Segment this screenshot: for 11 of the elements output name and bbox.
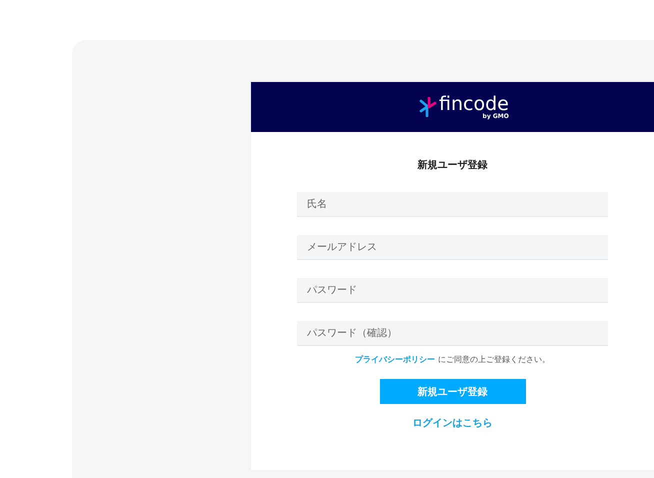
input-field[interactable]: 氏名	[297, 192, 608, 217]
consent-text: プライバシーポリシー にご同意の上ご登録ください。	[355, 354, 550, 365]
input-field[interactable]: パスワード	[297, 278, 608, 303]
input-field[interactable]: パスワード（確認）	[297, 321, 608, 346]
login-link[interactable]: ログインはこちら	[412, 416, 492, 430]
privacy-policy-link[interactable]: プライバシーポリシー	[355, 355, 436, 364]
form-title: 新規ユーザ登録	[418, 158, 488, 172]
input-field[interactable]: メールアドレス	[297, 235, 608, 260]
register-button[interactable]: 新規ユーザ登録	[380, 379, 526, 404]
logo-icon	[419, 97, 437, 117]
logo-text: fincode	[439, 94, 509, 114]
